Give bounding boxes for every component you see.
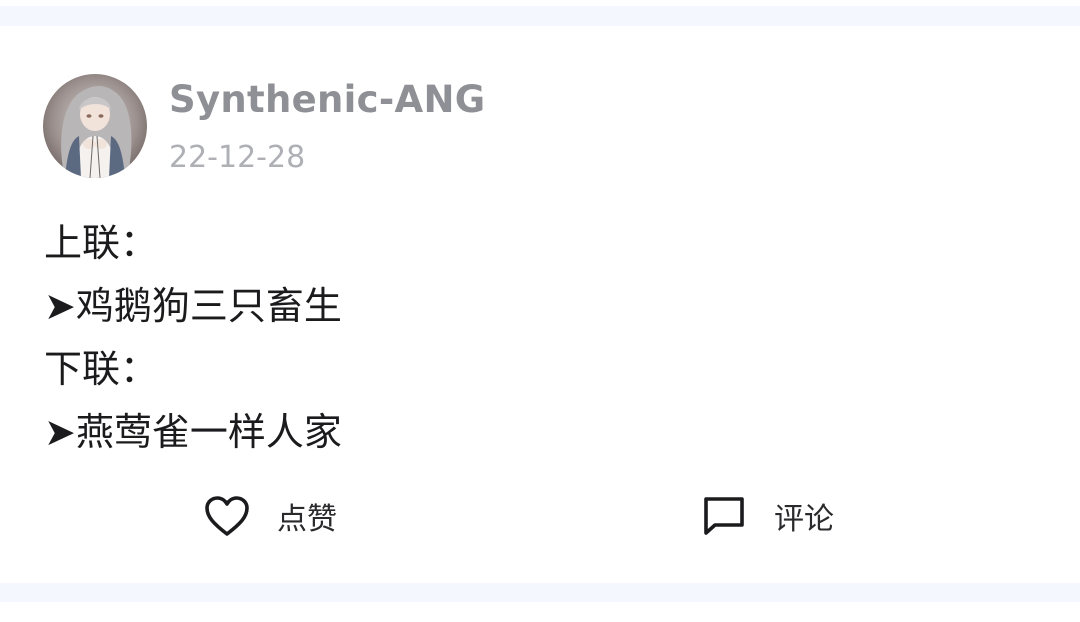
comment-button[interactable]: 评论 <box>700 488 834 544</box>
post-content[interactable]: 上联： ➤鸡鹅狗三只畜生 下联： ➤燕莺雀一样人家 <box>44 212 1044 464</box>
content-line: 下联： <box>44 347 159 391</box>
bottom-divider <box>0 602 1080 622</box>
post-card: Synthenic-ANG 22-12-28 上联： ➤鸡鹅狗三只畜生 下联： … <box>0 26 1080 583</box>
avatar[interactable] <box>43 74 147 178</box>
avatar-image <box>61 86 132 178</box>
post-date: 22-12-28 <box>169 140 306 175</box>
content-line: ➤燕莺雀一样人家 <box>44 410 342 454</box>
heart-outline-icon <box>203 492 251 540</box>
top-divider <box>0 0 1080 6</box>
post-actions: 点赞 评论 <box>0 488 1080 544</box>
author-name[interactable]: Synthenic-ANG <box>169 78 485 122</box>
comment-label: 评论 <box>774 502 834 537</box>
comment-bubble-icon <box>700 492 748 540</box>
content-line: 上联： <box>44 221 159 265</box>
like-button[interactable]: 点赞 <box>203 488 337 544</box>
like-label: 点赞 <box>277 502 337 537</box>
content-line: ➤鸡鹅狗三只畜生 <box>44 284 342 328</box>
